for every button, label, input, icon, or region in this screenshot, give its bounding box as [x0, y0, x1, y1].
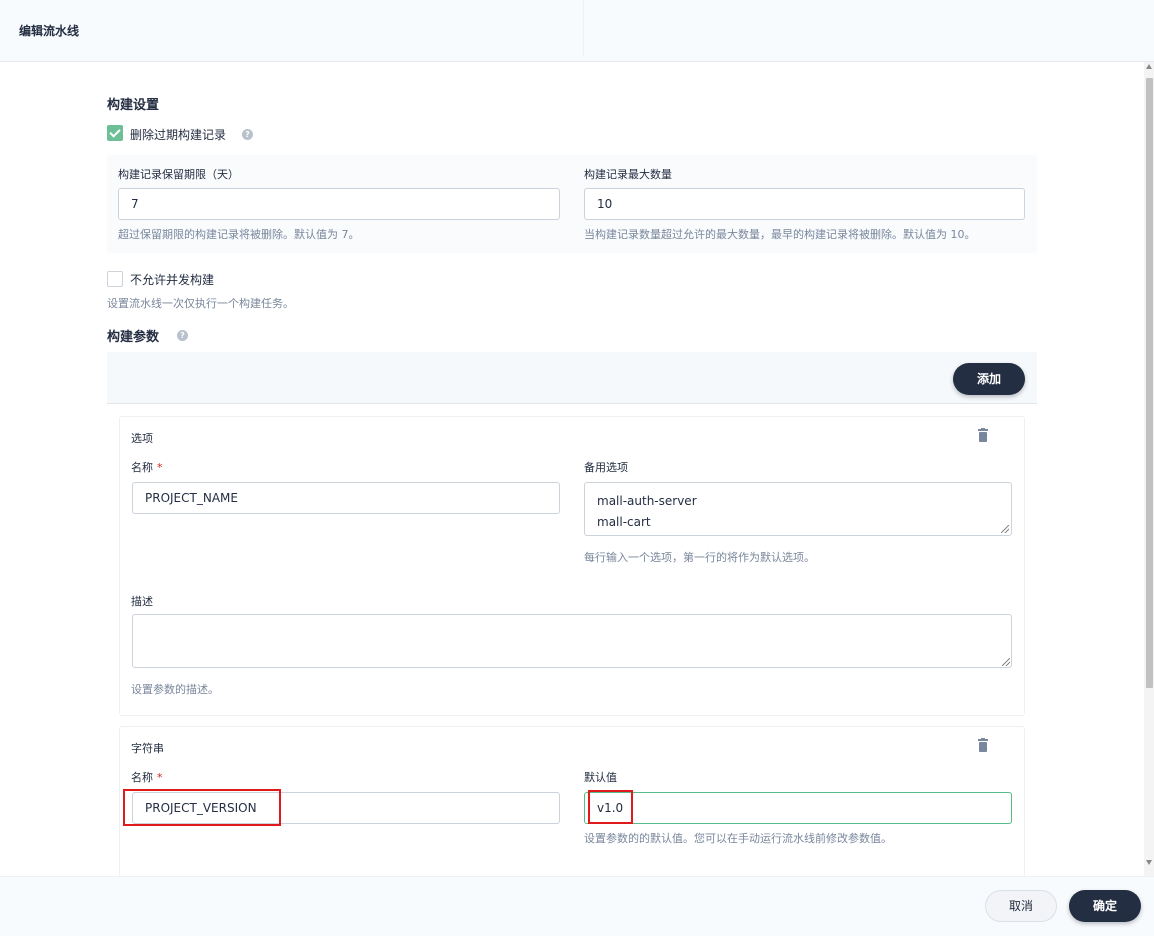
trash-icon[interactable]: [977, 738, 989, 752]
retention-days-label: 构建记录保留期限（天）: [118, 168, 239, 181]
resize-grip-icon[interactable]: [1001, 525, 1009, 533]
default-value-input[interactable]: v1.0: [584, 792, 1012, 824]
scroll-up-arrow-icon[interactable]: [1146, 64, 1152, 69]
no-concurrent-checkbox[interactable]: [107, 271, 123, 287]
param-type-label: 选项: [131, 432, 153, 445]
trash-icon[interactable]: [977, 428, 989, 442]
discard-old-builds-label: 删除过期构建记录: [130, 128, 227, 142]
options-textarea[interactable]: mall-auth-server mall-cart: [584, 482, 1012, 536]
dialog-content: 构建设置 删除过期构建记录 ? 构建记录保留期限（天） 7 超过保留期限的构建记…: [0, 62, 1144, 876]
name-label: 名称 *: [131, 771, 163, 784]
help-icon[interactable]: ?: [242, 129, 253, 140]
help-icon[interactable]: ?: [177, 330, 188, 341]
choice-param-card: 选项 名称 * PROJECT_NAME 备用选项 mall-auth-serve…: [119, 416, 1025, 716]
dialog-header: 编辑流水线: [0, 0, 1154, 62]
options-hint: 每行输入一个选项，第一行的将作为默认选项。: [584, 551, 815, 564]
desc-textarea[interactable]: [132, 614, 1012, 668]
build-params-title: 构建参数: [107, 330, 160, 345]
no-concurrent-label: 不允许并发构建: [130, 273, 215, 287]
scroll-down-arrow-icon[interactable]: [1146, 860, 1152, 865]
retention-days-hint: 超过保留期限的构建记录将被删除。默认值为 7。: [118, 228, 360, 241]
options-label: 备用选项: [584, 461, 628, 474]
desc-label: 描述: [131, 595, 153, 608]
max-builds-input[interactable]: 10: [584, 188, 1025, 220]
param-name-input[interactable]: PROJECT_NAME: [132, 482, 560, 514]
add-param-button[interactable]: 添加: [953, 363, 1025, 395]
option-line: mall-auth-server: [597, 494, 697, 508]
option-line: mall-cart: [597, 515, 651, 529]
cancel-button[interactable]: 取消: [985, 890, 1057, 922]
default-value-label: 默认值: [584, 771, 617, 784]
desc-hint: 设置参数的描述。: [131, 683, 219, 696]
highlight-name-box: [123, 789, 281, 826]
header-divider: [583, 0, 584, 56]
default-value-hint: 设置参数的的默认值。您可以在手动运行流水线前修改参数值。: [584, 832, 892, 845]
dialog-title: 编辑流水线: [19, 24, 80, 38]
param-type-label: 字符串: [131, 742, 164, 755]
name-label: 名称 *: [131, 461, 163, 474]
discard-old-builds-checkbox[interactable]: [107, 125, 123, 141]
ok-button[interactable]: 确定: [1069, 890, 1141, 922]
highlight-default-box: [588, 790, 633, 824]
scrollbar-thumb[interactable]: [1146, 78, 1153, 688]
dialog-footer: 取消 确定: [0, 876, 1154, 936]
build-settings-title: 构建设置: [107, 98, 160, 113]
params-toolbar: [107, 352, 1037, 404]
resize-grip-icon[interactable]: [1002, 658, 1010, 666]
max-builds-hint: 当构建记录数量超过允许的最大数量，最早的构建记录将被删除。默认值为 10。: [584, 228, 976, 241]
max-builds-label: 构建记录最大数量: [584, 168, 672, 181]
no-concurrent-hint: 设置流水线一次仅执行一个构建任务。: [107, 297, 294, 310]
retention-days-input[interactable]: 7: [118, 188, 560, 220]
